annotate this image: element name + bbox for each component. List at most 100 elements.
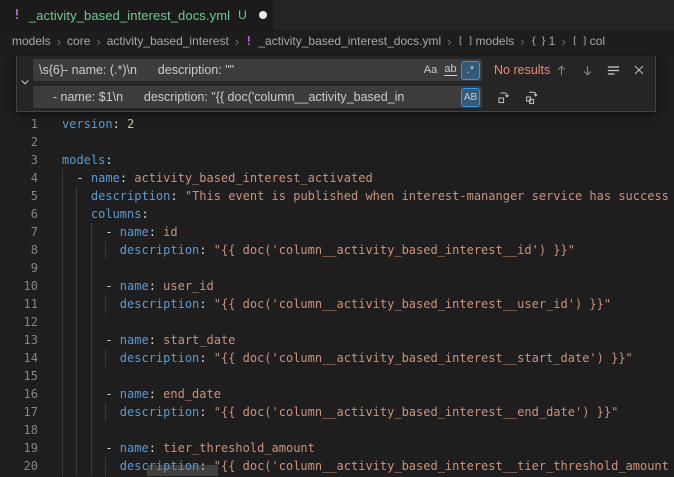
- line-number[interactable]: 17: [0, 403, 38, 421]
- indent-guide: [91, 421, 92, 439]
- breadcrumb-item[interactable]: core: [67, 34, 90, 48]
- indent-guide: [91, 367, 92, 385]
- replace-row: - name: $1\n description: "{{ doc('colum…: [33, 86, 651, 108]
- breadcrumb-separator: ›: [57, 34, 61, 49]
- indent-guide: [76, 421, 77, 439]
- previous-match-button[interactable]: [551, 60, 571, 80]
- next-match-button[interactable]: [577, 60, 597, 80]
- regex-toggle[interactable]: .*: [461, 61, 480, 80]
- yaml-file-icon: !: [245, 34, 252, 48]
- breadcrumb-label: models: [12, 34, 51, 48]
- line-number[interactable]: 16: [0, 385, 38, 403]
- indent-guide: [62, 421, 63, 439]
- breadcrumb-separator: ›: [561, 34, 565, 49]
- code-line[interactable]: 9: [0, 259, 674, 277]
- tab-title: _activity_based_interest_docs.yml: [29, 8, 230, 23]
- indent-guide: [76, 313, 77, 331]
- breadcrumb-item[interactable]: models: [12, 34, 51, 48]
- line-number[interactable]: 3: [0, 151, 38, 169]
- breadcrumb-item[interactable]: !_activity_based_interest_docs.yml: [245, 34, 441, 48]
- line-number[interactable]: 7: [0, 223, 38, 241]
- line-number[interactable]: 14: [0, 349, 38, 367]
- line-number[interactable]: 18: [0, 421, 38, 439]
- horizontal-scrollbar-thumb[interactable]: [147, 465, 218, 476]
- code-line[interactable]: 5 description: "This event is published …: [0, 187, 674, 205]
- breadcrumb-label: 1: [549, 34, 556, 48]
- code-line[interactable]: 15: [0, 367, 674, 385]
- code-line[interactable]: 1version: 2: [0, 115, 674, 133]
- breadcrumb-label: col: [590, 34, 605, 48]
- toggle-replace-chevron[interactable]: [17, 56, 33, 111]
- git-untracked-badge: U: [238, 8, 247, 22]
- breadcrumb-separator: ›: [520, 34, 524, 49]
- line-number[interactable]: 11: [0, 295, 38, 313]
- line-number[interactable]: 10: [0, 277, 38, 295]
- preserve-case-toggle[interactable]: AB: [461, 88, 480, 107]
- line-number[interactable]: 4: [0, 169, 38, 187]
- find-in-selection-button[interactable]: [603, 60, 623, 80]
- breadcrumb-item[interactable]: activity_based_interest: [107, 34, 229, 48]
- breadcrumb-separator: ›: [96, 34, 100, 49]
- indent-guide: [76, 259, 77, 277]
- line-number[interactable]: 13: [0, 331, 38, 349]
- modified-dot-icon[interactable]: [259, 11, 267, 19]
- match-case-toggle[interactable]: Aa: [421, 61, 440, 80]
- code-line[interactable]: 17 description: "{{ doc('column__activit…: [0, 403, 674, 421]
- breadcrumb-label: core: [67, 34, 90, 48]
- code-line[interactable]: 19 - name: tier_threshold_amount: [0, 439, 674, 457]
- breadcrumb-item[interactable]: { }1: [531, 34, 556, 48]
- indent-guide: [91, 313, 92, 331]
- code-line[interactable]: 4 - name: activity_based_interest_activa…: [0, 169, 674, 187]
- code-line[interactable]: 11 description: "{{ doc('column__activit…: [0, 295, 674, 313]
- line-number[interactable]: 1: [0, 115, 38, 133]
- line-number[interactable]: 5: [0, 187, 38, 205]
- line-number[interactable]: 9: [0, 259, 38, 277]
- editor[interactable]: 1version: 223models:4 - name: activity_b…: [0, 52, 674, 477]
- code-line[interactable]: 14 description: "{{ doc('column__activit…: [0, 349, 674, 367]
- replace-all-button[interactable]: [522, 87, 542, 107]
- line-number[interactable]: 15: [0, 367, 38, 385]
- code-line[interactable]: 10 - name: user_id: [0, 277, 674, 295]
- code-line[interactable]: 7 - name: id: [0, 223, 674, 241]
- breadcrumb-item[interactable]: [ ]col: [572, 34, 605, 48]
- line-number[interactable]: 6: [0, 205, 38, 223]
- line-number[interactable]: 8: [0, 241, 38, 259]
- indent-guide: [62, 313, 63, 331]
- indent-guide: [62, 367, 63, 385]
- line-number[interactable]: 20: [0, 457, 38, 475]
- line-number[interactable]: 2: [0, 133, 38, 151]
- find-input[interactable]: \s{6}- name: (.*)\n description: "" Aa a…: [33, 59, 482, 81]
- find-results-status: No results: [494, 63, 550, 77]
- code-line[interactable]: 3models:: [0, 151, 674, 169]
- line-number[interactable]: 19: [0, 439, 38, 457]
- code-line[interactable]: 20 description: "{{ doc('column__activit…: [0, 457, 674, 475]
- chevron-down-icon: [19, 75, 31, 93]
- code-line[interactable]: 18: [0, 421, 674, 439]
- code-line[interactable]: 16 - name: end_date: [0, 385, 674, 403]
- indent-guide: [62, 259, 63, 277]
- find-row: \s{6}- name: (.*)\n description: "" Aa a…: [33, 59, 651, 81]
- code-line-text: - name: start_date: [62, 331, 235, 349]
- breadcrumb-item[interactable]: [ ]models: [457, 34, 514, 48]
- whole-word-toggle[interactable]: ab: [441, 61, 460, 80]
- tab-active-file[interactable]: ! _activity_based_interest_docs.yml U: [0, 0, 273, 30]
- line-number[interactable]: 12: [0, 313, 38, 331]
- code-line[interactable]: 6 columns:: [0, 205, 674, 223]
- code-line[interactable]: 12: [0, 313, 674, 331]
- replace-input[interactable]: - name: $1\n description: "{{ doc('colum…: [33, 86, 482, 108]
- find-widget: \s{6}- name: (.*)\n description: "" Aa a…: [16, 56, 656, 112]
- find-query-text: \s{6}- name: (.*)\n description: "": [33, 59, 420, 81]
- code-line-text: - name: end_date: [62, 385, 221, 403]
- code-line-text: - name: activity_based_interest_activate…: [62, 169, 373, 187]
- yaml-file-icon: !: [13, 8, 21, 23]
- array-symbol-icon: [ ]: [572, 36, 587, 47]
- code-line-text: description: "{{ doc('column__activity_b…: [62, 241, 575, 259]
- indent-guide: [76, 367, 77, 385]
- code-line[interactable]: 13 - name: start_date: [0, 331, 674, 349]
- code-line[interactable]: 8 description: "{{ doc('column__activity…: [0, 241, 674, 259]
- code-line-text: - name: tier_threshold_amount: [62, 439, 315, 457]
- close-icon[interactable]: [629, 60, 649, 80]
- code-line[interactable]: 2: [0, 133, 674, 151]
- code-line-text: description: "{{ doc('column__activity_b…: [62, 295, 611, 313]
- replace-button[interactable]: [494, 87, 514, 107]
